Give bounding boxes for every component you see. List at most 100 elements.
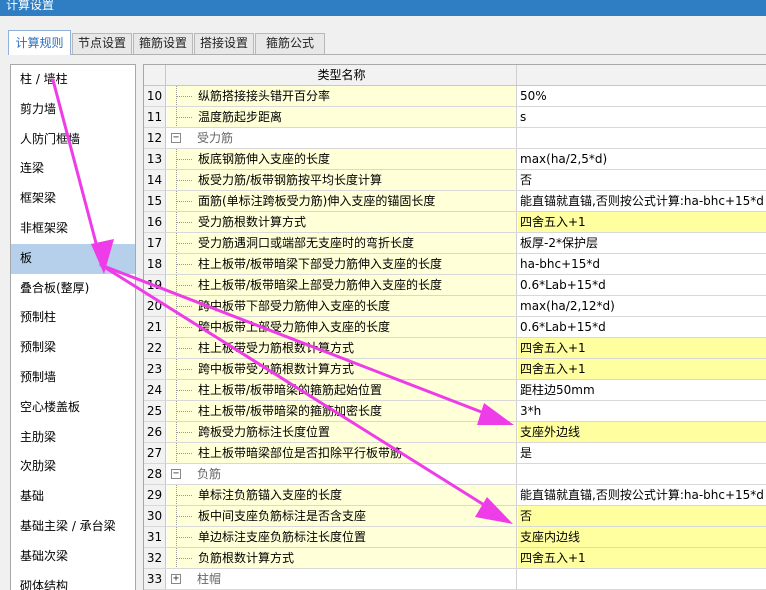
grid-row[interactable]: 22 柱上板带受力筋根数计算方式 四舍五入+1 bbox=[144, 338, 766, 359]
grid-group-row[interactable]: 12− 受力筋 bbox=[144, 128, 766, 149]
header-name-cell[interactable]: 类型名称 bbox=[167, 65, 517, 85]
grid-row[interactable]: 16 受力筋根数计算方式 四舍五入+1 bbox=[144, 212, 766, 233]
row-number: 19 bbox=[144, 275, 166, 295]
setting-value-cell[interactable]: 支座内边线 bbox=[518, 527, 766, 547]
row-number: 23 bbox=[144, 359, 166, 379]
setting-name: 温度筋起步距离 bbox=[198, 110, 283, 124]
sidebar-item[interactable]: 剪力墙 bbox=[11, 95, 135, 125]
setting-value-cell[interactable]: 否 bbox=[518, 170, 766, 190]
row-number: 21 bbox=[144, 317, 166, 337]
grid-group-row[interactable]: 33 + 柱帽 bbox=[144, 569, 766, 590]
setting-value-cell[interactable]: 否 bbox=[518, 506, 766, 526]
grid-row[interactable]: 32 负筋根数计算方式 四舍五入+1 bbox=[144, 548, 766, 569]
sidebar-item[interactable]: 砌体结构 bbox=[11, 572, 135, 590]
sidebar-item[interactable]: 连梁 bbox=[11, 154, 135, 184]
setting-value-cell[interactable]: 能直锚就直锚,否则按公式计算:ha-bhc+15*d bbox=[518, 485, 766, 505]
setting-name: 负筋根数计算方式 bbox=[198, 551, 295, 565]
expand-icon[interactable]: + bbox=[171, 574, 181, 584]
setting-value-cell[interactable]: 四舍五入+1 bbox=[518, 548, 766, 568]
grid-row[interactable]: 25 柱上板带/板带暗梁的箍筋加密长度 3*h bbox=[144, 401, 766, 422]
sidebar-item[interactable]: 主肋梁 bbox=[11, 423, 135, 453]
tree-line bbox=[176, 285, 192, 286]
sidebar-item[interactable]: 柱 / 墙柱 bbox=[11, 65, 135, 95]
setting-value-cell[interactable]: 是 bbox=[518, 443, 766, 463]
tree-line bbox=[176, 432, 192, 433]
grid-row[interactable]: 21 跨中板带上部受力筋伸入支座的长度 0.6*Lab+15*d bbox=[144, 317, 766, 338]
setting-value-cell[interactable]: 0.6*Lab+15*d bbox=[518, 275, 766, 295]
grid-row[interactable]: 14 板受力筋/板带钢筋按平均长度计算 否 bbox=[144, 170, 766, 191]
tree-line bbox=[176, 411, 192, 412]
grid-row[interactable]: 26 跨板受力筋标注长度位置 支座外边线 bbox=[144, 422, 766, 443]
tree-line bbox=[176, 516, 192, 517]
tab-5[interactable]: 箍筋公式 bbox=[255, 33, 325, 54]
setting-name: 单边标注支座负筋标注长度位置 bbox=[198, 530, 367, 544]
grid-row[interactable]: 23 跨中板带受力筋根数计算方式 四舍五入+1 bbox=[144, 359, 766, 380]
grid-row[interactable]: 17 受力筋遇洞口或端部无支座时的弯折长度 板厚-2*保护层 bbox=[144, 233, 766, 254]
collapse-icon[interactable]: − bbox=[171, 469, 181, 479]
grid-row[interactable]: 13 板底钢筋伸入支座的长度 max(ha/2,5*d) bbox=[144, 149, 766, 170]
grid-group-row[interactable]: 28− 负筋 bbox=[144, 464, 766, 485]
grid-row[interactable]: 24 柱上板带/板带暗梁的箍筋起始位置 距柱边50mm bbox=[144, 380, 766, 401]
setting-name-cell: 跨中板带下部受力筋伸入支座的长度 bbox=[167, 296, 517, 316]
setting-name: 柱上板带暗梁部位是否扣除平行板带筋 bbox=[198, 446, 403, 460]
tab-2[interactable]: 节点设置 bbox=[72, 33, 132, 54]
setting-value-cell[interactable]: s bbox=[518, 107, 766, 127]
sidebar-item[interactable]: 叠合板(整厚) bbox=[11, 274, 135, 304]
grid-row[interactable]: 31 单边标注支座负筋标注长度位置 支座内边线 bbox=[144, 527, 766, 548]
setting-value-cell[interactable]: ha-bhc+15*d bbox=[518, 254, 766, 274]
setting-name-cell: 板底钢筋伸入支座的长度 bbox=[167, 149, 517, 169]
setting-name-cell: 跨中板带上部受力筋伸入支座的长度 bbox=[167, 317, 517, 337]
sidebar-item[interactable]: 预制柱 bbox=[11, 303, 135, 333]
tree-line bbox=[176, 306, 192, 307]
collapse-icon[interactable]: − bbox=[171, 133, 181, 143]
grid-row[interactable]: 19 柱上板带/板带暗梁上部受力筋伸入支座的长度 0.6*Lab+15*d bbox=[144, 275, 766, 296]
setting-value-cell[interactable]: 0.6*Lab+15*d bbox=[518, 317, 766, 337]
tab-4[interactable]: 搭接设置 bbox=[194, 33, 254, 54]
setting-value-cell[interactable]: max(ha/2,5*d) bbox=[518, 149, 766, 169]
sidebar-item[interactable]: 次肋梁 bbox=[11, 452, 135, 482]
row-number: 32 bbox=[144, 548, 166, 568]
tab-bar: 计算规则 节点设置 箍筋设置 搭接设置 箍筋公式 bbox=[0, 30, 766, 55]
tab-3[interactable]: 箍筋设置 bbox=[133, 33, 193, 54]
setting-value-cell[interactable]: 四舍五入+1 bbox=[518, 338, 766, 358]
sidebar-item[interactable]: 空心楼盖板 bbox=[11, 393, 135, 423]
grid-row[interactable]: 20 跨中板带下部受力筋伸入支座的长度 max(ha/2,12*d) bbox=[144, 296, 766, 317]
setting-name: 纵筋搭接接头错开百分率 bbox=[198, 89, 331, 103]
row-number: 25 bbox=[144, 401, 166, 421]
grid-row[interactable]: 30 板中间支座负筋标注是否含支座 否 bbox=[144, 506, 766, 527]
setting-value-cell[interactable]: 距柱边50mm bbox=[518, 380, 766, 400]
setting-name-cell: 单边标注支座负筋标注长度位置 bbox=[167, 527, 517, 547]
grid-row[interactable]: 11 温度筋起步距离 s bbox=[144, 107, 766, 128]
sidebar-item[interactable]: 板 bbox=[11, 243, 135, 274]
setting-value-cell[interactable]: 四舍五入+1 bbox=[518, 359, 766, 379]
component-type-list: 柱 / 墙柱 剪力墙 人防门框墙 连梁 框架梁 非框架梁板叠合板(整厚) 预制柱 预制梁 预制墙… bbox=[10, 64, 136, 590]
window-title: 计算设置 bbox=[6, 0, 55, 12]
window-title-bar: 计算设置 bbox=[0, 0, 766, 16]
header-value-cell[interactable] bbox=[518, 65, 766, 85]
grid-row[interactable]: 29 单标注负筋锚入支座的长度 能直锚就直锚,否则按公式计算:ha-bhc+15*d bbox=[144, 485, 766, 506]
setting-value-cell[interactable]: max(ha/2,12*d) bbox=[518, 296, 766, 316]
setting-value-cell[interactable]: 四舍五入+1 bbox=[518, 212, 766, 232]
sidebar-item[interactable]: 非框架梁 bbox=[11, 214, 135, 244]
sidebar-item[interactable]: 框架梁 bbox=[11, 184, 135, 214]
setting-name: 柱上板带/板带暗梁的箍筋加密长度 bbox=[198, 404, 383, 418]
setting-name: 柱上板带/板带暗梁的箍筋起始位置 bbox=[198, 383, 383, 397]
tree-line bbox=[176, 558, 192, 559]
grid-row[interactable]: 10 纵筋搭接接头错开百分率 50% bbox=[144, 86, 766, 107]
sidebar-item[interactable]: 基础次梁 bbox=[11, 542, 135, 572]
setting-name-cell: 面筋(单标注跨板受力筋)伸入支座的锚固长度 bbox=[167, 191, 517, 211]
tab-1[interactable]: 计算规则 bbox=[8, 30, 71, 55]
setting-value-cell[interactable]: 3*h bbox=[518, 401, 766, 421]
setting-value-cell[interactable]: 能直锚就直锚,否则按公式计算:ha-bhc+15*d bbox=[518, 191, 766, 211]
grid-row[interactable]: 18 柱上板带/板带暗梁下部受力筋伸入支座的长度 ha-bhc+15*d bbox=[144, 254, 766, 275]
sidebar-item[interactable]: 人防门框墙 bbox=[11, 125, 135, 155]
setting-value-cell[interactable]: 支座外边线 bbox=[518, 422, 766, 442]
grid-row[interactable]: 27 柱上板带暗梁部位是否扣除平行板带筋 是 bbox=[144, 443, 766, 464]
sidebar-item[interactable]: 预制墙 bbox=[11, 363, 135, 393]
grid-row[interactable]: 15 面筋(单标注跨板受力筋)伸入支座的锚固长度 能直锚就直锚,否则按公式计算:ha… bbox=[144, 191, 766, 212]
setting-value-cell[interactable]: 50% bbox=[518, 86, 766, 106]
sidebar-item[interactable]: 基础 bbox=[11, 482, 135, 512]
sidebar-item[interactable]: 基础主梁 / 承台梁 bbox=[11, 512, 135, 542]
sidebar-item[interactable]: 预制梁 bbox=[11, 333, 135, 363]
setting-value-cell[interactable]: 板厚-2*保护层 bbox=[518, 233, 766, 253]
